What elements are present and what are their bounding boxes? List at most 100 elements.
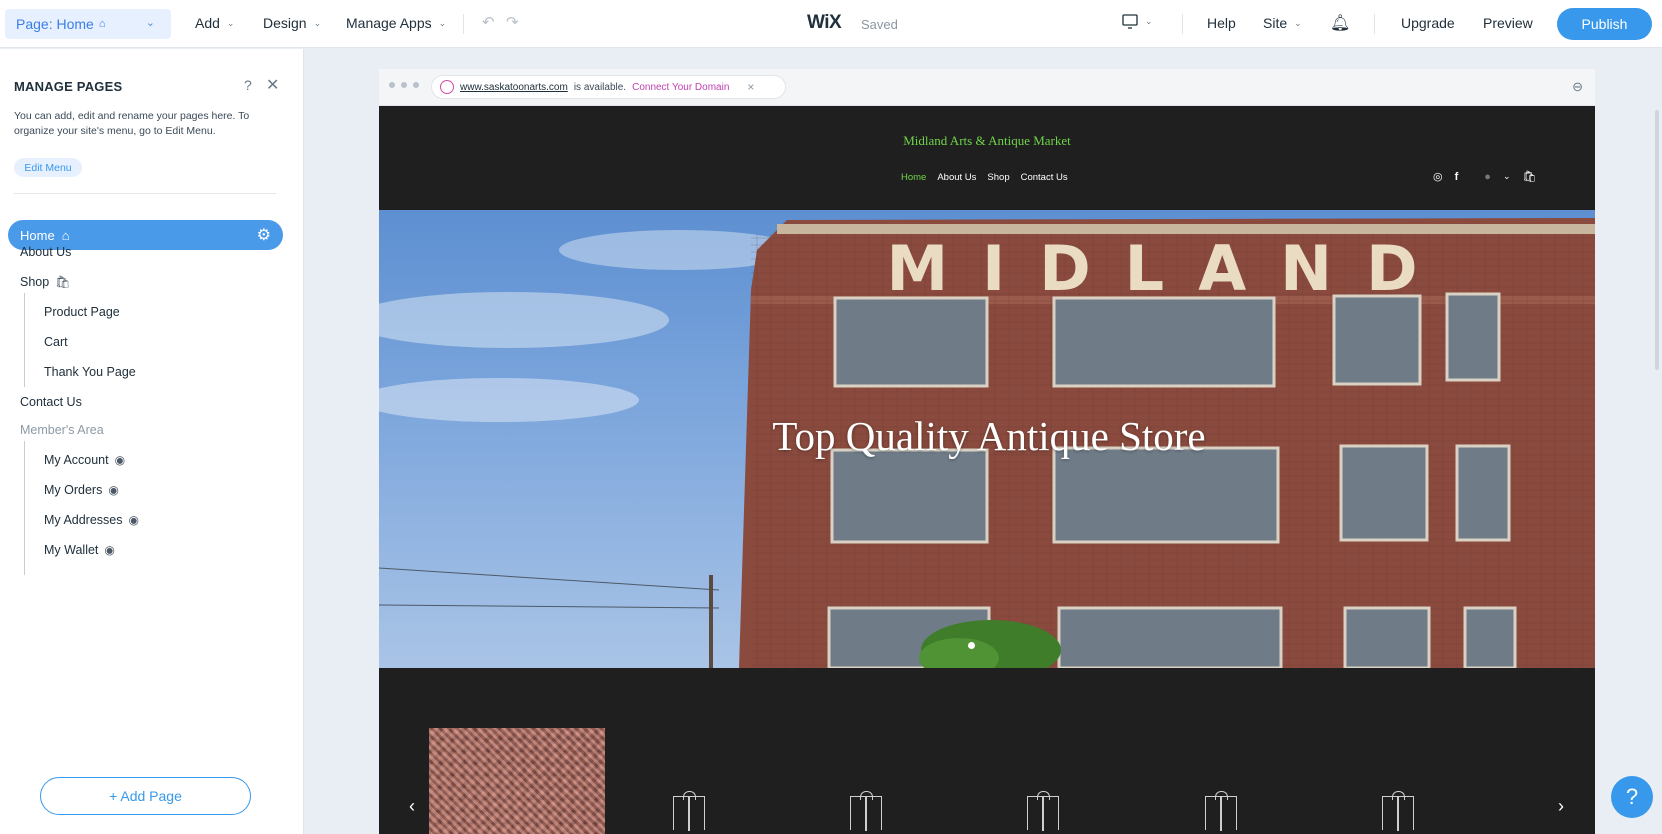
- add-page-button[interactable]: + Add Page: [40, 777, 251, 815]
- page-item-label: My Orders: [44, 483, 103, 497]
- product-placeholder-icon[interactable]: [1027, 791, 1059, 831]
- cart-icon[interactable]: 🛍︎: [1522, 170, 1536, 183]
- chevron-down-icon: ⌄: [226, 17, 235, 28]
- close-icon[interactable]: ×: [747, 80, 754, 94]
- product-gallery: ‹ ›: [379, 668, 1595, 834]
- manage-apps-label: Manage Apps: [346, 15, 432, 31]
- toolbar-divider: [1182, 14, 1183, 34]
- domain-banner: www.saskatoonarts.com is available. Conn…: [431, 75, 786, 99]
- site-title: Midland Arts & Antique Market: [903, 133, 1071, 148]
- chevron-left-icon[interactable]: ‹: [409, 796, 415, 817]
- member-icon: ◉: [104, 543, 115, 557]
- edit-menu-button[interactable]: Edit Menu: [14, 158, 82, 177]
- page-item-cart[interactable]: Cart: [44, 331, 68, 353]
- tree-line: [24, 441, 25, 575]
- add-menu[interactable]: Add ⌄: [195, 15, 234, 31]
- undo-icon[interactable]: ↶: [482, 13, 495, 31]
- page-item-my-account[interactable]: My Account ◉: [44, 449, 125, 471]
- toolbar-divider: [1374, 14, 1375, 34]
- member-icon: ◉: [128, 513, 139, 527]
- product-placeholder-icon[interactable]: [1205, 791, 1237, 831]
- page-group-members-area[interactable]: Member's Area: [20, 419, 104, 441]
- rug-pattern-overlay: [429, 728, 605, 834]
- device-switcher[interactable]: ⌄: [1122, 14, 1153, 29]
- upgrade-button[interactable]: Upgrade: [1401, 15, 1455, 31]
- site-menu[interactable]: Site ⌄: [1263, 15, 1302, 31]
- member-icon: ◉: [108, 483, 119, 497]
- page-item-my-orders[interactable]: My Orders ◉: [44, 479, 119, 501]
- page-item-contact[interactable]: Contact Us: [20, 391, 82, 413]
- site-preview-canvas: www.saskatoonarts.com is available. Conn…: [379, 69, 1595, 834]
- page-item-label: About Us: [20, 245, 72, 259]
- site-header[interactable]: Midland Arts & Antique Market Home About…: [379, 106, 1595, 210]
- preview-button[interactable]: Preview: [1483, 15, 1533, 31]
- shopping-bag-icon: 🛍︎: [55, 275, 71, 289]
- design-menu-label: Design: [263, 15, 307, 31]
- page-item-about[interactable]: About Us: [20, 241, 71, 263]
- panel-divider: [14, 193, 276, 194]
- chevron-down-icon: ⌄: [1145, 16, 1153, 26]
- window-dots: [389, 82, 419, 88]
- product-placeholder-icon[interactable]: [673, 791, 705, 831]
- page-item-thank-you[interactable]: Thank You Page: [44, 361, 136, 383]
- help-bubble-button[interactable]: ?: [1611, 776, 1653, 818]
- help-menu[interactable]: Help: [1207, 15, 1236, 31]
- page-item-label: Thank You Page: [44, 365, 136, 379]
- site-nav: Home About Us Shop Contact Us: [901, 172, 1068, 183]
- gear-icon[interactable]: ⚙: [257, 225, 271, 245]
- manage-apps-menu[interactable]: Manage Apps ⌄: [346, 15, 446, 31]
- member-icon: ◉: [114, 453, 126, 467]
- page-item-label: My Addresses: [44, 513, 123, 527]
- home-icon: ⌂: [98, 18, 106, 30]
- site-nav-shop[interactable]: Shop: [987, 172, 1009, 183]
- chevron-down-icon: ⌄: [313, 17, 322, 28]
- site-url[interactable]: www.saskatoonarts.com: [460, 82, 568, 93]
- toolbar-divider: [463, 14, 464, 34]
- chevron-down-icon: ⌄: [1294, 17, 1302, 28]
- connect-domain-link[interactable]: Connect Your Domain: [632, 82, 729, 93]
- page-item-product[interactable]: Product Page: [44, 301, 120, 323]
- design-menu[interactable]: Design ⌄: [263, 15, 321, 31]
- chevron-down-icon: ⌄: [145, 17, 155, 29]
- canvas-scrollbar[interactable]: [1655, 110, 1659, 370]
- browser-bar: www.saskatoonarts.com is available. Conn…: [379, 69, 1595, 106]
- redo-icon[interactable]: ↷: [506, 13, 519, 31]
- save-status: Saved: [861, 17, 898, 32]
- globe-icon: [440, 80, 454, 94]
- manage-pages-panel: MANAGE PAGES ? ✕ You can add, edit and r…: [0, 49, 304, 834]
- page-selector-label: Page: Home: [16, 16, 94, 32]
- page-item-label: Shop: [20, 275, 50, 289]
- page-item-shop[interactable]: Shop 🛍︎: [20, 271, 70, 293]
- chevron-down-icon[interactable]: ⌄: [1503, 171, 1511, 182]
- chevron-right-icon[interactable]: ›: [1558, 796, 1564, 817]
- desktop-icon: [1122, 14, 1138, 29]
- editor-top-bar: Page: Home ⌂ ⌄ Add ⌄ Design ⌄ Manage Apps ⌄…: [0, 0, 1662, 48]
- page-selector[interactable]: Page: Home ⌂ ⌄: [5, 9, 171, 39]
- page-item-my-wallet[interactable]: My Wallet ◉: [44, 539, 115, 561]
- site-menu-label: Site: [1263, 15, 1288, 31]
- zoom-out-icon[interactable]: ⊖: [1572, 79, 1583, 95]
- slideshow-dot[interactable]: [968, 642, 975, 649]
- page-item-label: Contact Us: [20, 395, 82, 409]
- page-item-my-addresses[interactable]: My Addresses ◉: [44, 509, 139, 531]
- site-nav-home[interactable]: Home: [901, 172, 926, 183]
- page-item-label: My Account: [44, 453, 109, 467]
- account-icon[interactable]: ●: [1484, 171, 1491, 183]
- help-menu-label: Help: [1207, 15, 1236, 31]
- page-item-label: Cart: [44, 335, 68, 349]
- facebook-icon[interactable]: f: [1455, 171, 1459, 183]
- hero-image-slideshow[interactable]: MIDLAND Top Quality Antique Store: [379, 210, 1595, 668]
- hero-headline[interactable]: Top Quality Antique Store: [709, 412, 1269, 460]
- product-placeholder-icon[interactable]: [850, 791, 882, 831]
- instagram-icon[interactable]: ◎: [1433, 170, 1443, 183]
- product-placeholder-icon[interactable]: [1382, 791, 1414, 831]
- page-group-label: Member's Area: [20, 423, 104, 437]
- page-item-label: My Wallet: [44, 543, 99, 557]
- site-nav-contact[interactable]: Contact Us: [1021, 172, 1068, 183]
- close-icon[interactable]: ✕: [266, 75, 279, 95]
- help-icon[interactable]: ?: [244, 77, 252, 93]
- notifications-bell-icon[interactable]: 🔔︎: [1330, 13, 1350, 33]
- publish-button[interactable]: Publish: [1557, 8, 1652, 40]
- site-nav-about[interactable]: About Us: [937, 172, 976, 183]
- panel-title: MANAGE PAGES: [14, 79, 123, 94]
